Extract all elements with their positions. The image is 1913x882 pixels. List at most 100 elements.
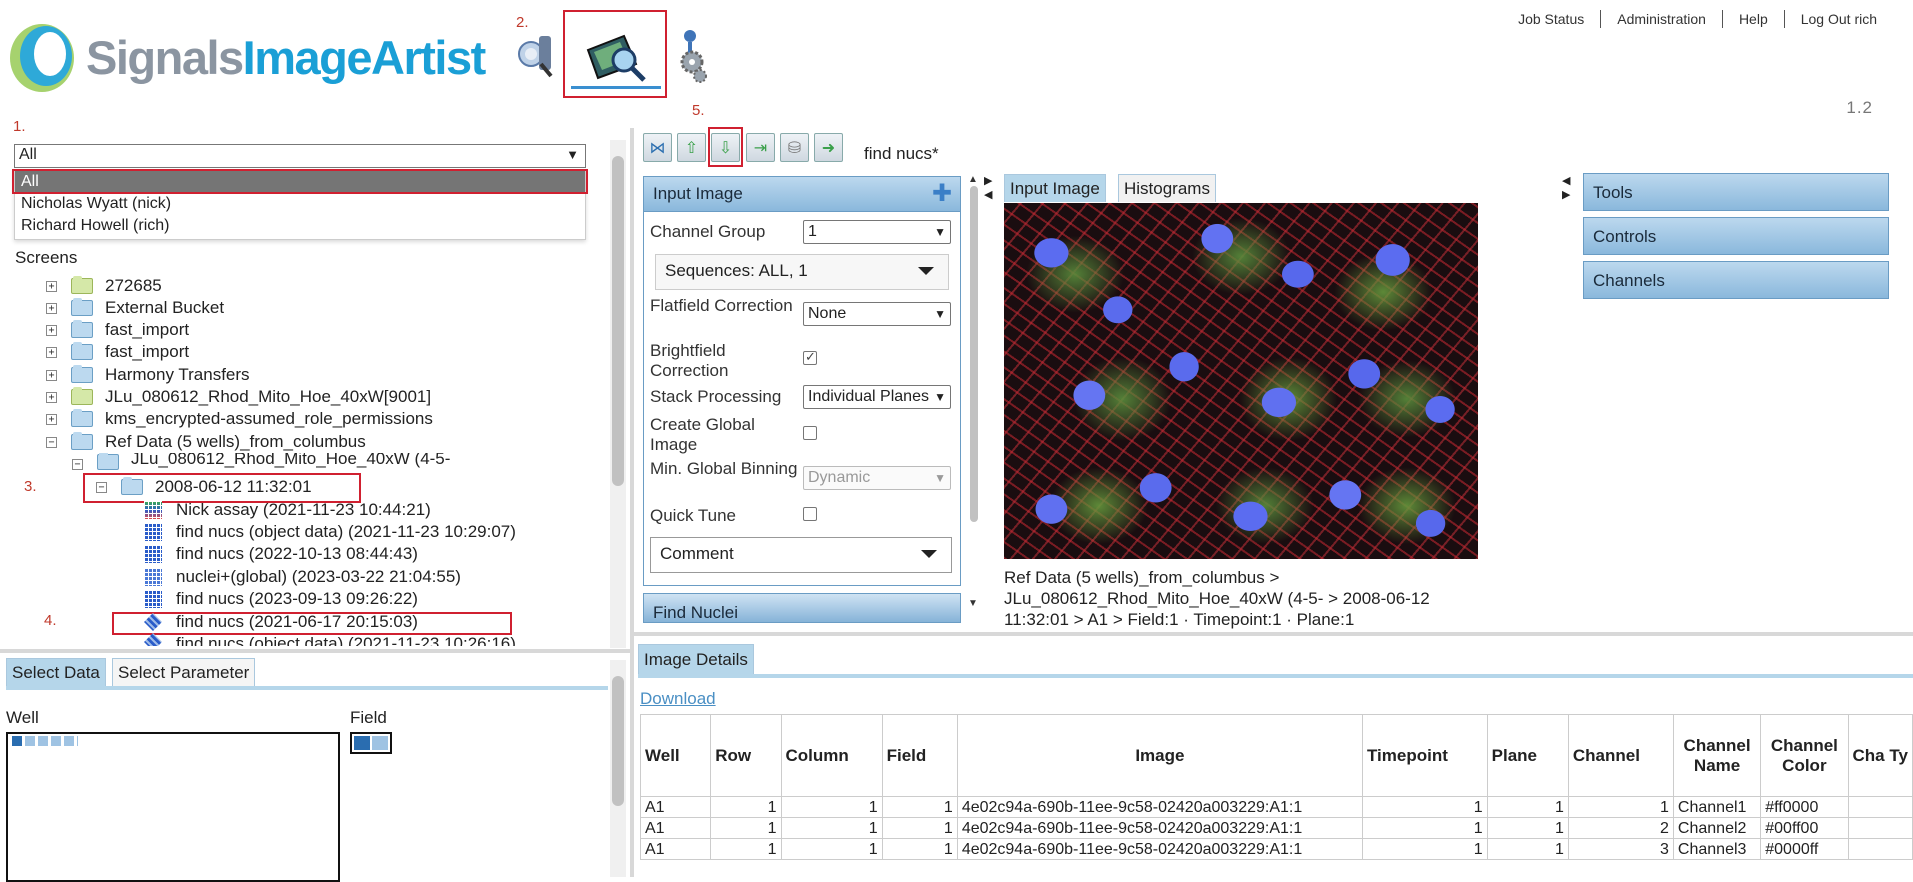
column-header[interactable]: Timepoint xyxy=(1361,714,1488,797)
upload-button[interactable]: ⇧ xyxy=(677,133,706,162)
tree-node[interactable]: − JLu_080612_Rhod_Mito_Hoe_40xW (4-5- xyxy=(72,453,450,470)
search-tool-icon[interactable] xyxy=(515,26,557,80)
field-grid[interactable] xyxy=(350,732,392,754)
table-row[interactable]: A1 1 1 1 4e02c94a-690b-11ee-9c58-02420a0… xyxy=(639,817,1913,839)
tree-node[interactable]: +272685 xyxy=(46,275,162,297)
tree-scrollbar-thumb[interactable] xyxy=(612,156,624,486)
settings-gears-icon[interactable] xyxy=(676,26,712,84)
collapse-icon[interactable]: − xyxy=(72,459,83,470)
tree-node[interactable]: + External Bucket xyxy=(46,297,224,319)
tree-node[interactable]: find nucs (2021-06-17 20:15:03) xyxy=(144,611,418,633)
channels-panel-header[interactable]: Channels xyxy=(1583,261,1889,299)
column-header[interactable]: Channel xyxy=(1567,714,1674,797)
batch-run-button[interactable]: ⛁ xyxy=(780,133,809,162)
create-global-image-checkbox[interactable] xyxy=(803,426,817,440)
selected-field-1[interactable] xyxy=(354,736,370,750)
column-header[interactable]: Well xyxy=(639,714,712,797)
tree-node[interactable]: nuclei+(global) (2023-03-22 21:04:55) xyxy=(144,566,461,588)
job-status-link[interactable]: Job Status xyxy=(1502,10,1600,28)
tree-node[interactable]: + fast_import xyxy=(46,319,189,341)
left-panel-splitter[interactable] xyxy=(0,649,632,653)
tree-node[interactable]: − 2008-06-12 11:32:01 xyxy=(96,476,312,498)
microscopy-image[interactable] xyxy=(1004,203,1478,559)
brightfield-checkbox[interactable] xyxy=(803,349,817,365)
column-header[interactable]: Column xyxy=(780,714,883,797)
tree-scrollbar[interactable] xyxy=(610,140,626,648)
collapse-right-arrow[interactable]: ◀ xyxy=(1562,174,1570,187)
tree-node[interactable]: + JLu_080612_Rhod_Mito_Hoe_40xW[9001] xyxy=(46,386,431,408)
expand-icon[interactable]: + xyxy=(46,391,57,403)
collapse-icon[interactable]: − xyxy=(46,436,57,448)
user-option-rich[interactable]: Richard Howell (rich) xyxy=(15,215,585,237)
input-image-section-header[interactable]: Input Image ✚ xyxy=(643,176,961,212)
main-vertical-splitter[interactable] xyxy=(630,128,634,877)
left-lower-scrollbar-thumb[interactable] xyxy=(612,676,624,806)
pipeline-layout-button[interactable]: ⋈ xyxy=(643,133,672,162)
tree-node[interactable]: + kms_encrypted-assumed_role_permissions xyxy=(46,408,433,430)
expand-icon[interactable]: + xyxy=(46,413,57,425)
column-header[interactable]: Field xyxy=(881,714,958,797)
channel-group-select[interactable]: 1 ▼ xyxy=(803,220,951,244)
comment-collapsible[interactable]: Comment xyxy=(650,537,952,573)
tree-node[interactable]: find nucs (2023-09-13 09:26:22) xyxy=(144,588,418,610)
column-header[interactable]: Plane xyxy=(1486,714,1569,797)
collapse-left-arrow[interactable]: ▶ xyxy=(984,174,992,187)
expand-icon[interactable]: + xyxy=(46,346,57,358)
stack-processing-select[interactable]: Individual Planes ▼ xyxy=(803,385,951,409)
details-splitter[interactable] xyxy=(634,632,1913,636)
logout-link[interactable]: Log Out rich xyxy=(1783,10,1893,28)
expand-icon[interactable]: + xyxy=(46,280,57,292)
table-row[interactable]: A1 1 1 1 4e02c94a-690b-11ee-9c58-02420a0… xyxy=(639,838,1913,860)
tree-node[interactable]: + fast_import xyxy=(46,341,189,363)
tree-node[interactable]: + Harmony Transfers xyxy=(46,364,250,386)
image-analysis-icon[interactable] xyxy=(584,30,650,84)
tab-image-details[interactable]: Image Details xyxy=(638,644,754,674)
expand-left-arrow[interactable]: ◀ xyxy=(984,188,992,201)
left-lower-scrollbar[interactable] xyxy=(610,660,626,877)
tree-node[interactable]: find nucs (2022-10-13 08:44:43) xyxy=(144,543,418,565)
expand-right-arrow[interactable]: ▶ xyxy=(1562,188,1570,201)
scroll-up-arrow[interactable]: ▲ xyxy=(968,174,978,185)
quick-tune-checkbox[interactable] xyxy=(803,507,817,521)
tab-histograms[interactable]: Histograms xyxy=(1118,174,1216,202)
column-header[interactable]: Cha Ty xyxy=(1847,714,1913,797)
column-header[interactable]: Row xyxy=(710,714,782,797)
export-button[interactable]: ⇥ xyxy=(746,133,775,162)
tab-input-image[interactable]: Input Image xyxy=(1004,174,1106,202)
tree-node[interactable]: Nick assay (2021-11-23 10:44:21) xyxy=(144,499,431,521)
user-option-nick[interactable]: Nicholas Wyatt (nick) xyxy=(15,193,585,215)
controls-panel-header[interactable]: Controls xyxy=(1583,217,1889,255)
min-global-binning-select[interactable]: Dynamic ▼ xyxy=(803,466,951,490)
expand-icon[interactable]: + xyxy=(46,302,57,314)
collapse-icon[interactable]: − xyxy=(96,481,107,493)
flatfield-select[interactable]: None ▼ xyxy=(803,302,951,326)
tab-select-parameter[interactable]: Select Parameter xyxy=(112,658,256,686)
tree-node[interactable]: − Ref Data (5 wells)_from_columbus xyxy=(46,431,366,453)
download-link[interactable]: Download xyxy=(640,689,716,709)
save-download-button[interactable]: ⇩ xyxy=(711,133,740,162)
user-filter-select[interactable]: All ▼ xyxy=(14,144,586,168)
table-cell: 1 xyxy=(1486,817,1569,839)
expand-icon[interactable]: + xyxy=(46,369,57,381)
scroll-down-arrow[interactable]: ▼ xyxy=(968,598,978,609)
well-plate-grid[interactable] xyxy=(6,732,340,882)
tab-select-data[interactable]: Select Data xyxy=(6,658,106,686)
help-link[interactable]: Help xyxy=(1721,10,1784,28)
sequences-collapsible[interactable]: Sequences: ALL, 1 xyxy=(655,254,949,290)
administration-link[interactable]: Administration xyxy=(1600,10,1722,28)
tools-panel-header[interactable]: Tools xyxy=(1583,173,1889,211)
tree-node[interactable]: find nucs (object data) (2021-11-23 10:2… xyxy=(144,521,516,543)
field-2[interactable] xyxy=(372,736,388,750)
plus-icon[interactable]: ✚ xyxy=(932,177,952,211)
settings-scrollbar-thumb[interactable] xyxy=(970,186,978,522)
find-nuclei-section-header[interactable]: Find Nuclei xyxy=(643,593,961,623)
column-header[interactable]: Channel Color xyxy=(1760,714,1849,797)
tree-node[interactable]: find nucs (object data) (2021-11-23 10:2… xyxy=(144,633,516,646)
run-analysis-button[interactable]: ➜ xyxy=(814,133,843,162)
expand-icon[interactable]: + xyxy=(46,324,57,336)
selected-well-a1[interactable] xyxy=(12,736,22,746)
column-header[interactable]: Channel Name xyxy=(1672,714,1762,797)
table-row[interactable]: A1 1 1 1 4e02c94a-690b-11ee-9c58-02420a0… xyxy=(639,796,1913,818)
settings-scrollbar[interactable] xyxy=(968,186,980,596)
column-header[interactable]: Image xyxy=(956,714,1363,797)
